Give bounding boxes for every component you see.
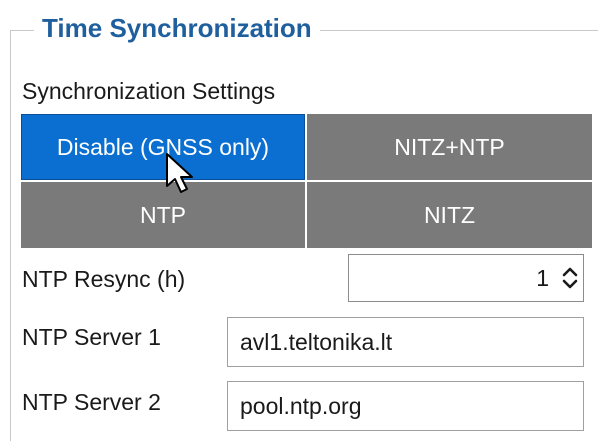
- sync-settings-label: Synchronization Settings: [22, 78, 276, 104]
- ntp-server-2-input[interactable]: pool.ntp.org: [227, 381, 584, 431]
- mode-button-ntp[interactable]: NTP: [21, 182, 305, 248]
- ntp-resync-value[interactable]: 1: [349, 265, 557, 292]
- ntp-resync-label: NTP Resync (h): [22, 266, 186, 292]
- mode-button-disable-gnss[interactable]: Disable (GNSS only): [21, 114, 305, 180]
- up-down-chevron-icon[interactable]: [557, 255, 583, 301]
- ntp-resync-stepper[interactable]: 1: [348, 254, 584, 302]
- sync-mode-selector: Disable (GNSS only) NITZ+NTP NTP NITZ: [21, 114, 592, 248]
- ntp-server-1-label: NTP Server 1: [22, 324, 161, 350]
- ntp-server-1-input[interactable]: avl1.teltonika.lt: [227, 317, 584, 367]
- mode-button-nitz[interactable]: NITZ: [307, 182, 592, 248]
- group-title: Time Synchronization: [34, 10, 320, 46]
- mode-button-nitz-ntp[interactable]: NITZ+NTP: [307, 114, 592, 180]
- ntp-server-2-label: NTP Server 2: [22, 389, 161, 415]
- time-sync-panel: Time Synchronization Synchronization Set…: [0, 0, 598, 441]
